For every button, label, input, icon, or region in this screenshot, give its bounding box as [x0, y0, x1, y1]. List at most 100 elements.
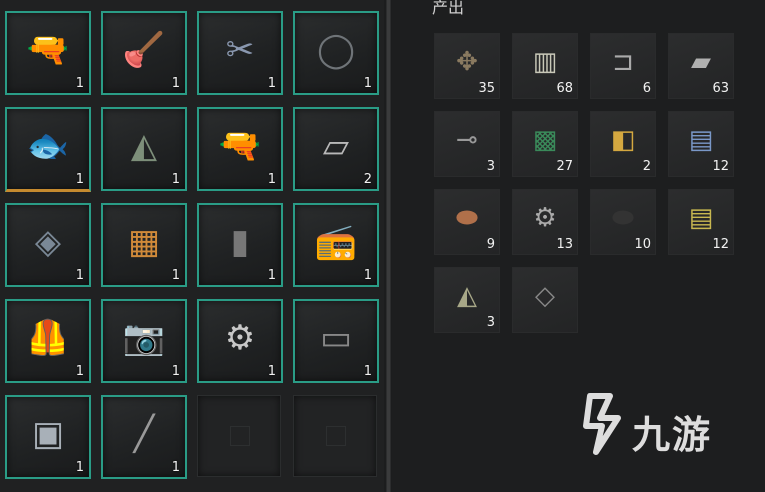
inventory-slot[interactable]: 📻 1 [293, 203, 379, 287]
pen-icon: ╱ [133, 413, 155, 454]
output-slot[interactable]: ▥ 68 [512, 33, 578, 99]
output-slot[interactable]: ▩ 27 [512, 111, 578, 177]
screws-icon: ⊸ [456, 125, 478, 156]
output-slot[interactable]: ✥ 35 [434, 33, 500, 99]
output-title: 产出 [432, 0, 465, 17]
item-count: 2 [363, 172, 372, 187]
output-count: 6 [642, 81, 651, 96]
item-count: 1 [363, 268, 372, 283]
item-count: 1 [363, 364, 372, 379]
output-slot[interactable]: ⚙ 13 [512, 189, 578, 255]
output-count: 68 [556, 81, 573, 96]
bracket-icon: ⊐ [612, 47, 634, 78]
inventory-slot[interactable]: ✂ 1 [197, 11, 283, 95]
fish-toy-icon: 🐟 [26, 125, 70, 166]
plunger-icon: 🪠 [122, 29, 166, 70]
microwave-icon: ▭ [319, 317, 353, 358]
inventory-slot[interactable]: 🔫 1 [5, 11, 91, 95]
item-count: 1 [75, 364, 84, 379]
muffin-tray-icon: ▦ [127, 221, 161, 262]
inventory-slot[interactable]: 🔫 1 [197, 107, 283, 191]
item-count: 1 [75, 460, 84, 475]
gold-fabric-icon: ◧ [610, 125, 636, 156]
pipe-icon: ▰ [691, 47, 711, 78]
output-slot[interactable]: ⊐ 6 [590, 33, 656, 99]
sticks-icon: ✥ [456, 47, 478, 78]
drill-icon: 🔫 [218, 125, 262, 166]
item-count: 1 [171, 364, 180, 379]
inventory-slot-empty [293, 395, 377, 477]
inventory-slot[interactable]: ▮ 1 [197, 203, 283, 287]
output-count: 12 [712, 159, 729, 174]
output-count: 3 [486, 159, 495, 174]
inventory-slot[interactable]: ▱ 2 [293, 107, 379, 191]
fabric-bag-icon: ◭ [130, 125, 158, 166]
inventory-slot[interactable]: ▣ 1 [5, 395, 91, 479]
item-count: 1 [267, 76, 276, 91]
drill-icon: 🔫 [26, 29, 70, 70]
output-count: 3 [486, 315, 495, 330]
inventory-slot[interactable]: 🐟 1 [5, 107, 91, 192]
yellow-spool-icon: ▤ [688, 203, 714, 234]
item-count: 1 [171, 172, 180, 187]
inventory-slot[interactable]: ◯ 1 [293, 11, 379, 95]
tablet-icon: ▮ [230, 221, 250, 262]
output-count: 63 [712, 81, 729, 96]
item-count: 1 [171, 268, 180, 283]
output-count: 2 [642, 159, 651, 174]
output-slot[interactable]: ▤ 12 [668, 189, 734, 255]
output-slot[interactable]: ▤ 12 [668, 111, 734, 177]
powder-pile-icon: ⬬ [455, 203, 479, 234]
inventory-slot[interactable]: ⚙ 1 [197, 299, 283, 383]
camera-icon: 📷 [122, 317, 166, 358]
circuit-board-icon: ▩ [532, 125, 558, 156]
cloth-scrap-icon: ◭ [457, 281, 477, 312]
item-count: 1 [267, 364, 276, 379]
black-granules-icon: ⬬ [611, 203, 635, 234]
inventory-slot[interactable]: ◈ 1 [5, 203, 91, 287]
inventory-slot[interactable]: 🦺 1 [5, 299, 91, 383]
output-count: 27 [556, 159, 573, 174]
item-count: 1 [267, 172, 276, 187]
gray-cloth-icon: ◇ [535, 281, 555, 312]
inventory-slot[interactable]: ▭ 1 [293, 299, 379, 383]
output-slot[interactable]: ⊸ 3 [434, 111, 500, 177]
scrollbar[interactable] [387, 0, 390, 492]
vest-icon: 🦺 [26, 317, 70, 358]
pliers-icon: ✂ [225, 29, 255, 70]
inventory-slot-empty [197, 395, 281, 477]
scrap-metal-icon: ⚙ [224, 317, 256, 358]
output-slot[interactable]: ◇ [512, 267, 578, 333]
watermark-text: 九游 [632, 413, 713, 457]
radio-icon: 📻 [314, 221, 358, 262]
inventory-slot[interactable]: ╱ 1 [101, 395, 187, 479]
item-count: 1 [363, 76, 372, 91]
item-count: 1 [75, 76, 84, 91]
inventory-slot[interactable]: ◭ 1 [101, 107, 187, 191]
output-count: 10 [634, 237, 651, 252]
output-slot[interactable]: ▰ 63 [668, 33, 734, 99]
item-count: 1 [267, 268, 276, 283]
output-count: 12 [712, 237, 729, 252]
output-slot[interactable]: ◭ 3 [434, 267, 500, 333]
output-slot[interactable]: ◧ 2 [590, 111, 656, 177]
output-count: 13 [556, 237, 573, 252]
belt-icon: ◯ [316, 29, 356, 70]
output-slot[interactable]: ⬬ 9 [434, 189, 500, 255]
output-slot[interactable]: ⬬ 10 [590, 189, 656, 255]
blue-fabric-roll-icon: ▤ [688, 125, 714, 156]
inventory-slot[interactable]: 🪠 1 [101, 11, 187, 95]
metal-box-icon: ▣ [31, 413, 65, 454]
inventory-slot[interactable]: 📷 1 [101, 299, 187, 383]
output-count: 9 [486, 237, 495, 252]
inventory-slot[interactable]: ▦ 1 [101, 203, 187, 287]
output-count: 35 [478, 81, 495, 96]
item-count: 1 [75, 172, 84, 187]
item-count: 1 [171, 460, 180, 475]
item-count: 1 [75, 268, 84, 283]
item-count: 1 [171, 76, 180, 91]
tarp-icon: ◈ [34, 221, 62, 262]
gear-parts-icon: ⚙ [533, 203, 557, 234]
rolled-cloth-icon: ▥ [532, 47, 558, 78]
paper-icon: ▱ [322, 125, 350, 166]
